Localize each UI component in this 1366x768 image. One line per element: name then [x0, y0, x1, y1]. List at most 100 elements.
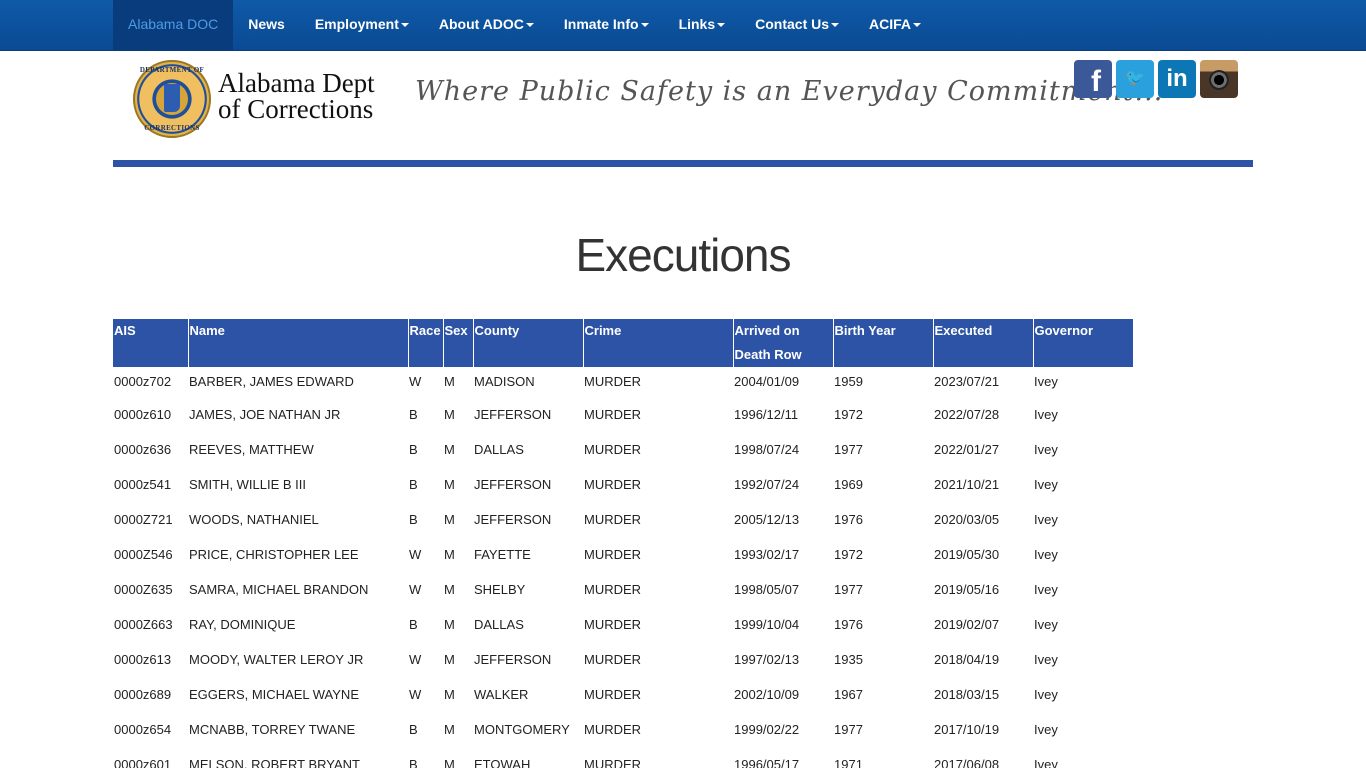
cell-governor: Ivey: [1034, 687, 1058, 702]
page-title: Executions: [575, 229, 791, 281]
caret-down-icon: [525, 23, 534, 28]
facebook-icon[interactable]: f: [1074, 60, 1112, 98]
cell-name: EGGERS, MICHAEL WAYNE: [189, 687, 359, 702]
col-header-ais[interactable]: AIS: [113, 319, 188, 367]
cell-ais: 0000z654: [114, 722, 172, 737]
cell-crime: MURDER: [584, 757, 642, 768]
cell-county: JEFFERSON: [474, 407, 552, 422]
cell-arrived: 1997/02/13: [734, 652, 800, 667]
col-header-governor[interactable]: Governor: [1032, 319, 1133, 367]
cell-executed: 2021/10/21: [934, 477, 1000, 492]
table-row: 0000z702 BARBER, JAMES EDWARD W M MADISON MUR…: [113, 367, 1133, 397]
cell-sex: M: [444, 407, 455, 422]
cell-arrived: 2004/01/09: [734, 374, 800, 389]
cell-governor: Ivey: [1034, 374, 1058, 389]
cell-ais: 0000z601: [114, 757, 172, 768]
cell-arrived: 1993/02/17: [734, 547, 800, 562]
col-header-sex[interactable]: Sex: [442, 319, 473, 367]
cell-ais: 0000Z663: [114, 617, 173, 632]
cell-birth-year: 1977: [834, 722, 863, 737]
cell-arrived: 1996/12/11: [734, 407, 799, 422]
cell-crime: MURDER: [584, 722, 642, 737]
linkedin-icon[interactable]: in: [1158, 60, 1196, 98]
cell-birth-year: 1976: [834, 512, 863, 527]
cell-executed: 2017/10/19: [934, 722, 1000, 737]
logo-title[interactable]: Alabama Dept of Corrections: [218, 70, 388, 123]
cell-arrived: 2005/12/13: [734, 512, 800, 527]
table-row: 0000z636 REEVES, MATTHEW B M DALLAS MURDER 199…: [113, 432, 1133, 467]
col-header-county[interactable]: County: [472, 319, 583, 367]
twitter-icon[interactable]: 🐦: [1116, 60, 1154, 98]
col-header-crime[interactable]: Crime: [582, 319, 733, 367]
nav-item-label: Contact Us: [755, 16, 830, 32]
seal-bottom-text: CORRECTIONS: [144, 124, 200, 132]
alabama-map-icon: [164, 84, 180, 112]
cell-race: W: [409, 547, 422, 562]
cell-birth-year: 1972: [834, 547, 863, 562]
cell-crime: MURDER: [584, 652, 642, 667]
adoc-seal-logo[interactable]: DEPARTMENT OF CORRECTIONS: [133, 60, 211, 138]
cell-ais: 0000z610: [114, 407, 172, 422]
cell-birth-year: 1935: [834, 652, 863, 667]
cell-county: WALKER: [474, 687, 529, 702]
cell-arrived: 1996/05/17: [734, 757, 800, 768]
cell-arrived: 1999/10/04: [734, 617, 800, 632]
nav-item-alabama-doc[interactable]: Alabama DOC: [113, 0, 234, 50]
nav-item-contact-us[interactable]: Contact Us: [740, 0, 854, 50]
col-header-race[interactable]: Race: [407, 319, 443, 367]
cell-county: MADISON: [474, 374, 535, 389]
cell-crime: MURDER: [584, 547, 642, 562]
facebook-glyph: f: [1091, 65, 1101, 98]
cell-executed: 2019/05/16: [934, 582, 1000, 597]
cell-governor: Ivey: [1034, 512, 1058, 527]
cell-county: JEFFERSON: [474, 512, 552, 527]
nav-item-inmate-info[interactable]: Inmate Info: [549, 0, 664, 50]
cell-executed: 2023/07/21: [934, 374, 1000, 389]
cell-name: REEVES, MATTHEW: [189, 442, 314, 457]
col-header-birth-year[interactable]: Birth Year: [832, 319, 933, 367]
cell-ais: 0000Z546: [114, 547, 173, 562]
cell-birth-year: 1969: [834, 477, 863, 492]
table-row: 0000z610 JAMES, JOE NATHAN JR B M JEFFERSON M…: [113, 397, 1133, 432]
cell-sex: M: [444, 374, 455, 389]
cell-race: B: [409, 617, 418, 632]
caret-down-icon: [400, 23, 409, 28]
col-header-executed[interactable]: Executed: [932, 319, 1033, 367]
tagline: Where Public Safety is an Everyday Commi…: [415, 76, 1164, 107]
cell-county: JEFFERSON: [474, 477, 552, 492]
instagram-icon[interactable]: [1200, 60, 1238, 98]
cell-ais: 0000Z721: [114, 512, 173, 527]
cell-county: DALLAS: [474, 617, 524, 632]
cell-sex: M: [444, 547, 455, 562]
cell-race: W: [409, 582, 422, 597]
linkedin-glyph: in: [1166, 65, 1188, 92]
cell-race: B: [409, 722, 418, 737]
header-divider: [113, 160, 1253, 167]
nav-item-about-adoc[interactable]: About ADOC: [424, 0, 549, 50]
cell-executed: 2018/04/19: [934, 652, 1000, 667]
cell-sex: M: [444, 652, 455, 667]
cell-crime: MURDER: [584, 582, 642, 597]
cell-crime: MURDER: [584, 407, 642, 422]
cell-race: B: [409, 407, 418, 422]
cell-sex: M: [444, 477, 455, 492]
nav-item-label: Inmate Info: [563, 16, 639, 32]
col-header-name[interactable]: Name: [187, 319, 408, 367]
nav-item-employment[interactable]: Employment: [300, 0, 424, 50]
cell-birth-year: 1977: [834, 442, 863, 457]
nav-item-acifa[interactable]: ACIFA: [854, 0, 936, 50]
nav-item-links[interactable]: Links: [664, 0, 741, 50]
cell-name: WOODS, NATHANIEL: [189, 512, 319, 527]
cell-sex: M: [444, 617, 455, 632]
table-row: 0000z613 MOODY, WALTER LEROY JR W M JEFFERSO…: [113, 642, 1133, 677]
nav-item-label: About ADOC: [438, 16, 524, 32]
nav-item-news[interactable]: News: [233, 0, 300, 50]
cell-race: B: [409, 477, 418, 492]
cell-executed: 2018/03/15: [934, 687, 1000, 702]
cell-ais: 0000z541: [114, 477, 172, 492]
col-header-arrived[interactable]: Arrived on Death Row: [732, 319, 833, 367]
cell-governor: Ivey: [1034, 722, 1058, 737]
cell-ais: 0000z702: [114, 374, 172, 389]
cell-sex: M: [444, 582, 455, 597]
cell-county: SHELBY: [474, 582, 526, 597]
